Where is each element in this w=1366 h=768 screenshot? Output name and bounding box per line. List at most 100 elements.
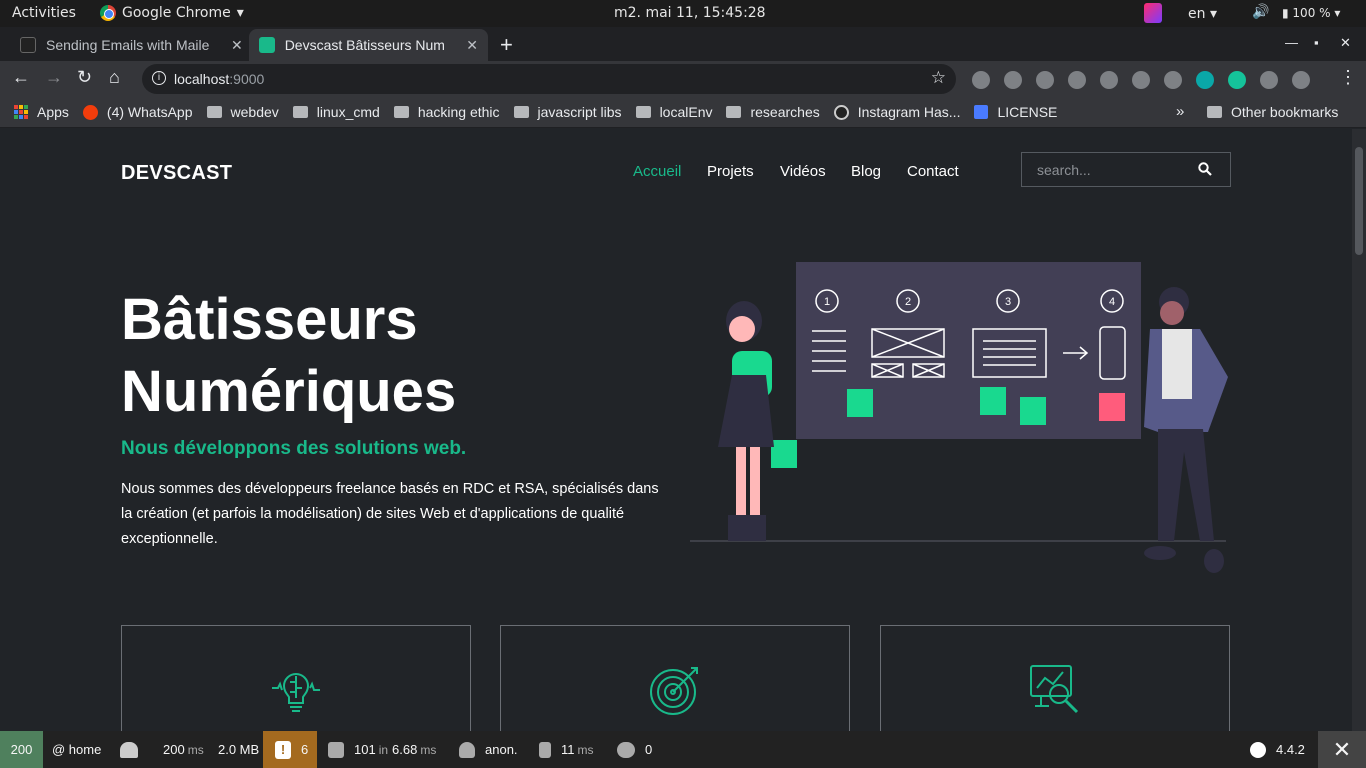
- feature-card-analytics: [880, 625, 1230, 731]
- request-time-panel[interactable]: 200 ms: [163, 731, 204, 768]
- tab-strip: Sending Emails with Maile ✕ Devscast Bât…: [0, 27, 1366, 61]
- extension-icon[interactable]: [1260, 71, 1278, 89]
- tab-sending-emails[interactable]: Sending Emails with Maile ✕: [10, 29, 253, 61]
- more-bookmarks-button[interactable]: »: [1176, 103, 1184, 120]
- extension-icon[interactable]: [1196, 71, 1214, 89]
- site-logo[interactable]: DEVSCAST: [121, 162, 232, 185]
- hero-subtitle: Nous développons des solutions web.: [121, 438, 467, 459]
- nav-contact[interactable]: Contact: [907, 163, 959, 180]
- vue-devtools-icon[interactable]: [1100, 71, 1118, 89]
- forward-icon[interactable]: →: [45, 67, 63, 88]
- maximize-icon[interactable]: ▪: [1314, 35, 1319, 50]
- logs-warnings-panel[interactable]: ! 6: [263, 731, 317, 768]
- language-selector[interactable]: en ▾: [1188, 6, 1217, 22]
- power-extension-icon[interactable]: [1164, 71, 1182, 89]
- camera-extension-icon[interactable]: [1004, 71, 1022, 89]
- step-1-label: 1: [824, 296, 830, 308]
- volume-icon[interactable]: 🔊: [1252, 4, 1269, 20]
- close-tab-icon[interactable]: ✕: [466, 37, 478, 54]
- close-window-icon[interactable]: ✕: [1340, 35, 1351, 51]
- search-icon[interactable]: [1198, 162, 1212, 176]
- search-extension-icon[interactable]: [1036, 71, 1054, 89]
- grammarly-icon[interactable]: [1228, 71, 1246, 89]
- bookmark-apps[interactable]: Apps: [14, 104, 69, 120]
- bookmark-folder-webdev[interactable]: webdev: [206, 104, 279, 120]
- step-2-label: 2: [905, 296, 911, 308]
- status-code-badge[interactable]: 200: [0, 731, 43, 768]
- chrome-icon: [100, 5, 116, 21]
- twig-panel[interactable]: 11 ms: [539, 731, 594, 768]
- folder-icon: [635, 106, 651, 118]
- twig-icon: [539, 741, 551, 758]
- folder-icon: [1207, 106, 1222, 118]
- bookmark-license[interactable]: LICENSE: [974, 104, 1057, 120]
- database-panel[interactable]: 101 in 6.68 ms: [328, 731, 436, 768]
- new-tab-button[interactable]: +: [500, 32, 513, 58]
- bookmark-folder-researches[interactable]: researches: [726, 104, 820, 120]
- bookmark-folder-localenv[interactable]: localEnv: [635, 104, 712, 120]
- folder-icon: [726, 106, 742, 118]
- address-bar[interactable]: i localhost:9000 ☆: [142, 64, 956, 94]
- close-tab-icon[interactable]: ✕: [231, 37, 243, 54]
- react-devtools-icon[interactable]: [1068, 71, 1086, 89]
- nav-videos[interactable]: Vidéos: [780, 163, 826, 180]
- tab-devscast[interactable]: Devscast Bâtisseurs Num ✕: [249, 29, 488, 61]
- bookmark-whatsapp[interactable]: (4) WhatsApp: [82, 104, 193, 120]
- lightbulb-brain-icon: [272, 673, 320, 712]
- cache-panel[interactable]: 0: [617, 731, 652, 768]
- extensions-area: [972, 71, 1310, 89]
- scrollbar-thumb[interactable]: [1355, 147, 1363, 255]
- symfony-version-panel[interactable]: 4.4.2: [1250, 731, 1305, 768]
- url-text[interactable]: localhost:9000: [174, 71, 264, 87]
- battery-indicator[interactable]: ▮ 100 % ▾: [1282, 6, 1340, 20]
- instagram-icon: [833, 104, 849, 120]
- memory-panel[interactable]: 2.0 MB: [218, 731, 259, 768]
- symfony-debug-toolbar: 200 @ home 200 ms 2.0 MB ! 6 101 in 6.68 …: [0, 731, 1366, 768]
- feature-card-idea: [121, 625, 471, 731]
- hero-title: Bâtisseurs Numériques: [121, 287, 457, 424]
- close-icon: ✕: [1332, 736, 1352, 762]
- browser-toolbar: ← → ↻ ⌂ i localhost:9000 ☆ ⋮: [0, 61, 1366, 97]
- extension-tray-icon[interactable]: [1144, 3, 1162, 23]
- tab-title: Sending Emails with Maile: [46, 37, 210, 53]
- activities-button[interactable]: Activities: [12, 5, 76, 21]
- app-menu[interactable]: Google Chrome ▾: [100, 5, 244, 21]
- hero-description: Nous sommes des développeurs freelance b…: [121, 481, 659, 547]
- bookmark-folder-linux-cmd[interactable]: linux_cmd: [292, 104, 380, 120]
- page-scrollbar[interactable]: [1352, 129, 1366, 731]
- nav-blog[interactable]: Blog: [851, 163, 881, 180]
- hero-illustration: 1 2 3 4: [690, 262, 1228, 573]
- document-icon: [974, 105, 989, 119]
- nav-projets[interactable]: Projets: [707, 163, 754, 180]
- cloud-upload-icon: [617, 741, 635, 758]
- home-icon[interactable]: ⌂: [109, 67, 120, 88]
- bookmark-star-icon[interactable]: ☆: [931, 68, 946, 88]
- pen-extension-icon[interactable]: [972, 71, 990, 89]
- close-toolbar-button[interactable]: ✕: [1318, 731, 1366, 768]
- security-panel[interactable]: anon.: [459, 731, 518, 768]
- search-input[interactable]: [1023, 154, 1183, 185]
- symfony-logo-icon: [1250, 741, 1266, 758]
- route-panel[interactable]: @ home: [52, 731, 101, 768]
- folder-icon: [393, 106, 409, 118]
- nav-accueil[interactable]: Accueil: [633, 163, 681, 180]
- symfony-favicon-icon: [20, 37, 36, 53]
- chrome-menu-icon[interactable]: ⋮: [1339, 67, 1357, 88]
- back-icon[interactable]: ←: [12, 67, 30, 88]
- feature-card-target: [500, 625, 850, 731]
- warning-icon: !: [275, 740, 291, 759]
- bookmark-folder-hacking-ethic[interactable]: hacking ethic: [393, 104, 500, 120]
- profile-avatar-icon[interactable]: [1292, 71, 1310, 89]
- site-info-icon[interactable]: i: [152, 71, 166, 85]
- target-icon: [650, 667, 698, 715]
- bookmark-instagram[interactable]: Instagram Has...: [833, 104, 960, 120]
- apps-grid-icon: [14, 105, 28, 119]
- system-clock[interactable]: m2. mai 11, 15:45:28: [614, 5, 766, 21]
- ghost-icon[interactable]: [120, 731, 148, 768]
- bookmark-folder-javascript-libs[interactable]: javascript libs: [513, 104, 622, 120]
- minimize-icon[interactable]: —: [1285, 35, 1298, 50]
- other-bookmarks-folder[interactable]: Other bookmarks: [1207, 104, 1338, 120]
- extension-icon[interactable]: [1132, 71, 1150, 89]
- reload-icon[interactable]: ↻: [77, 67, 92, 88]
- web-page: DEVSCAST Accueil Projets Vidéos Blog Con…: [0, 129, 1352, 731]
